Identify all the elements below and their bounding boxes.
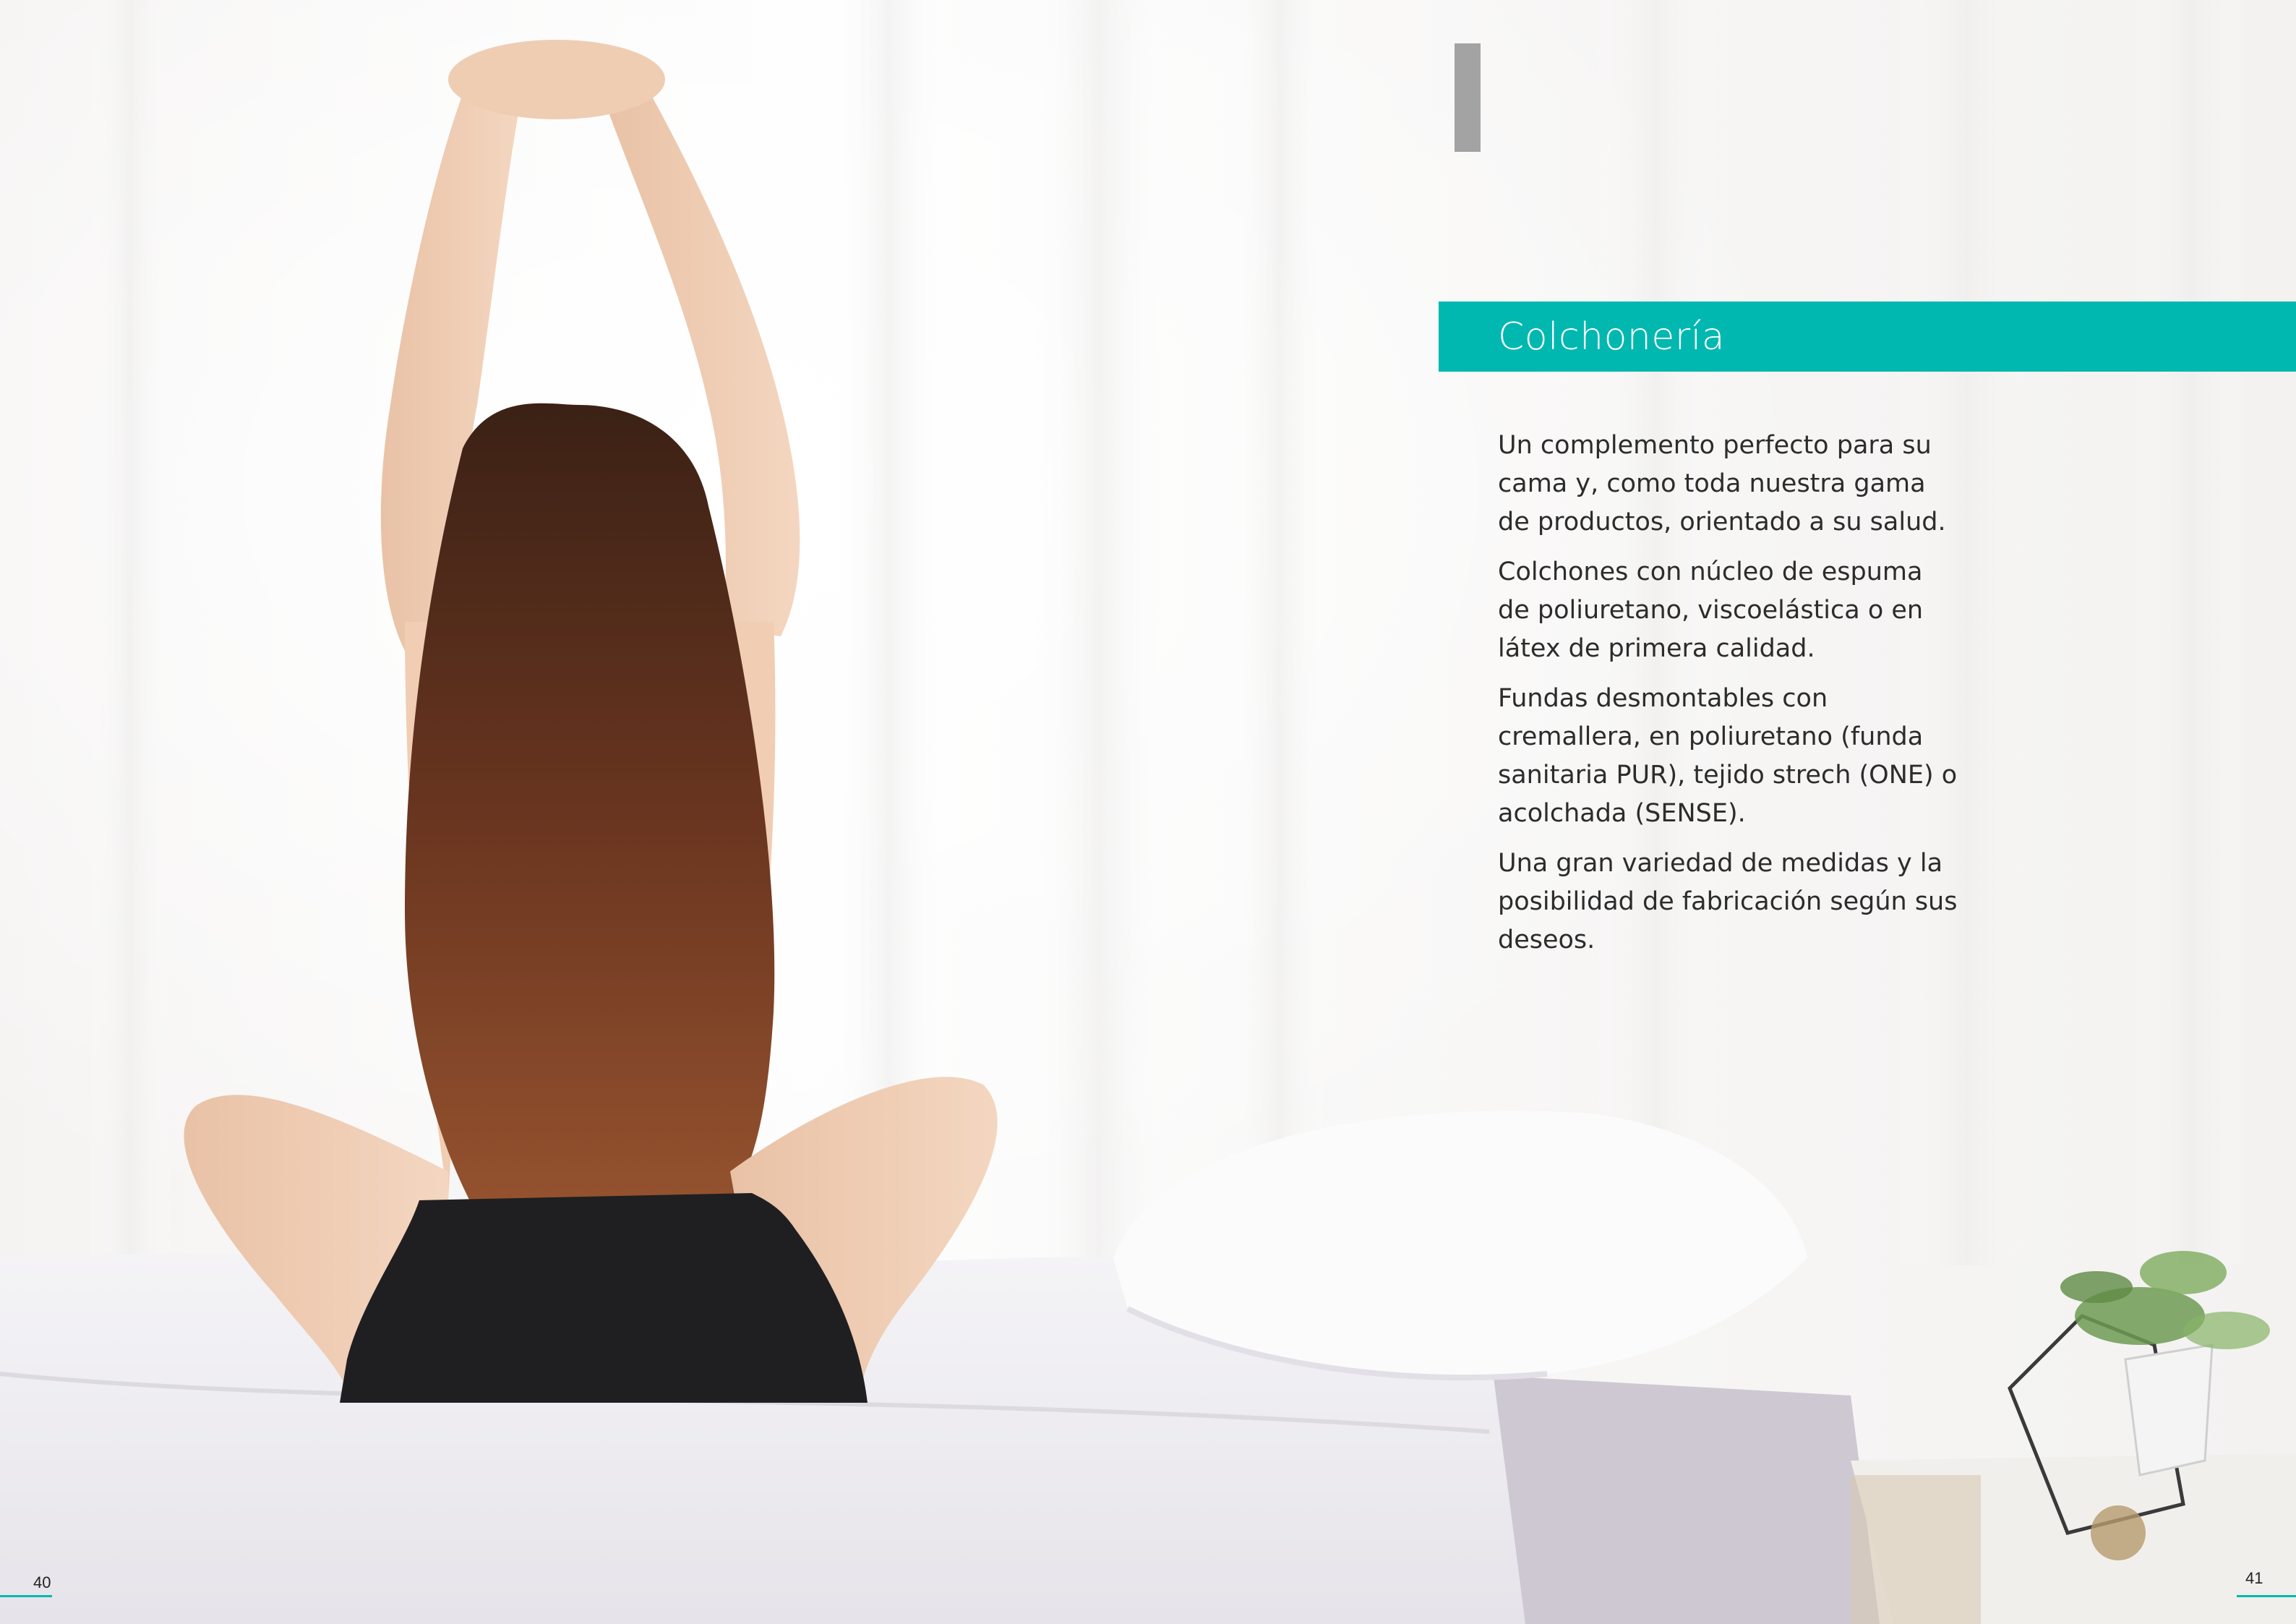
paragraph: Colchones con núcleo de espuma de poliur… bbox=[1498, 557, 1924, 663]
folio-rule-right bbox=[2237, 1595, 2296, 1597]
paragraph: Fundas desmontables con cremallera, en p… bbox=[1498, 684, 1958, 828]
body-text: Un complemento perfecto para su cama y, … bbox=[1498, 427, 1961, 971]
page-number-right: 41 bbox=[2245, 1569, 2263, 1587]
paragraph: Una gran variedad de medidas y la posibi… bbox=[1498, 849, 1958, 954]
page-number-left: 40 bbox=[33, 1573, 51, 1591]
paragraph: Un complemento perfecto para su cama y, … bbox=[1498, 431, 1946, 537]
brochure-spread: Colchonería Un complemento perfecto para… bbox=[0, 0, 2296, 1624]
section-title-band: Colchonería bbox=[1439, 302, 2296, 372]
section-title: Colchonería bbox=[1498, 315, 1726, 359]
folio-rule-left bbox=[0, 1595, 52, 1597]
